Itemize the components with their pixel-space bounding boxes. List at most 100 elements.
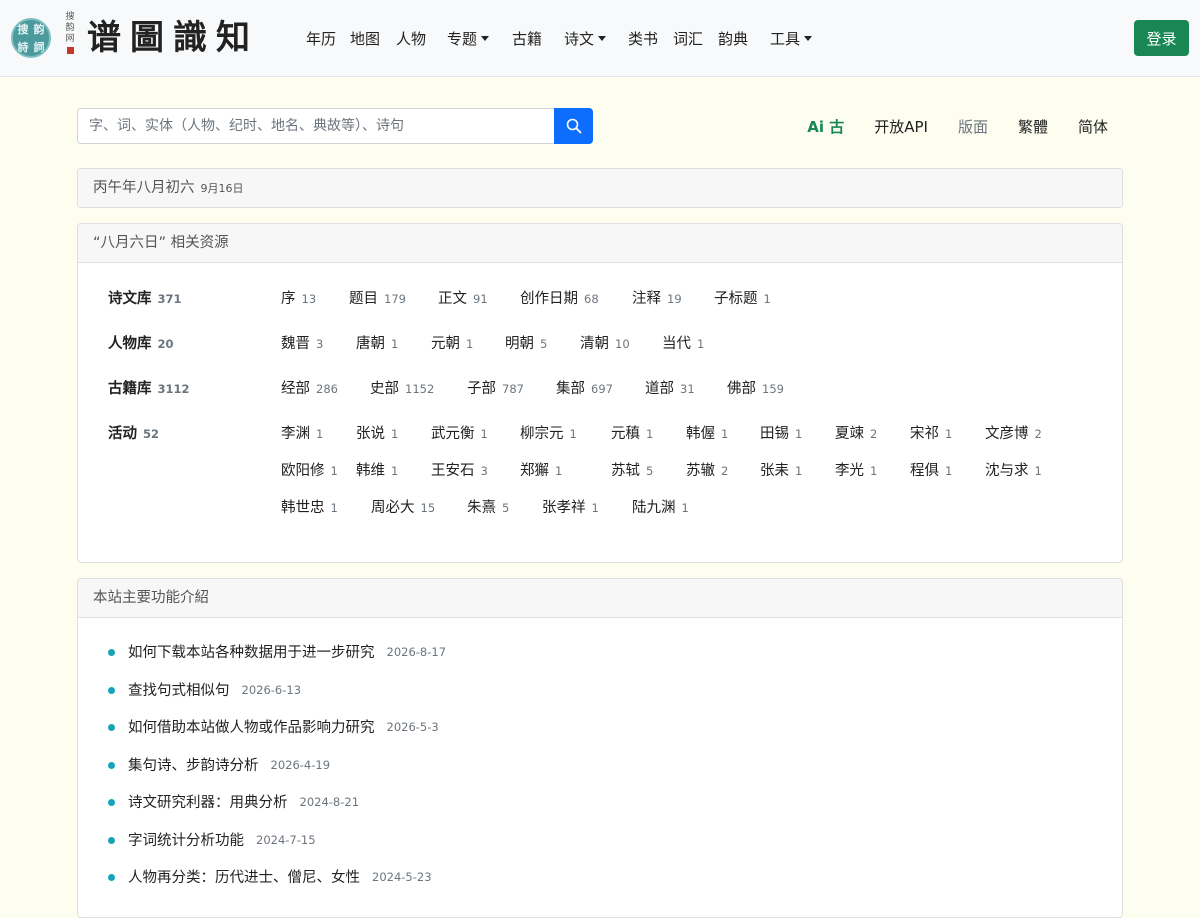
resource-item-link[interactable]: 清朝 10 <box>580 332 662 355</box>
resource-item-link[interactable]: 元朝 1 <box>431 332 505 355</box>
resource-item-link[interactable]: 王安石 3 <box>431 459 520 482</box>
feature-list-item[interactable]: 查找句式相似句 2026-6-13 <box>108 679 446 717</box>
resource-item-link[interactable]: 张说 1 <box>356 422 431 445</box>
resource-item-link[interactable]: 元稹 1 <box>611 422 686 445</box>
resource-item-link[interactable]: 张孝祥 1 <box>542 496 632 519</box>
resource-item-link[interactable]: 佛部 159 <box>727 377 807 400</box>
layout-link[interactable]: 版面 <box>958 116 988 137</box>
feature-title-link[interactable]: 字词统计分析功能 <box>128 829 244 850</box>
resource-item-link[interactable]: 子部 787 <box>467 377 556 400</box>
resource-item-link[interactable]: 张耒 1 <box>760 459 835 482</box>
feature-list-item[interactable]: 诗文研究利器：用典分析 2024-8-21 <box>108 791 446 829</box>
resource-group-label[interactable]: 活动 52 <box>108 422 159 443</box>
nav-item[interactable]: 年历 <box>306 26 336 50</box>
resource-item-link[interactable]: 沈与求 1 <box>985 459 1065 482</box>
resource-item-link[interactable]: 集部 697 <box>556 377 645 400</box>
resource-item-link[interactable]: 夏竦 2 <box>835 422 910 445</box>
resource-item-link[interactable]: 欧阳修 1 <box>281 459 356 482</box>
bullet-dot-icon <box>108 686 115 694</box>
resource-item-count: 1 <box>330 501 338 515</box>
site-logo-title[interactable]: 谱圖識知 <box>87 16 259 60</box>
nav-item[interactable]: 类书 <box>628 26 658 50</box>
resource-item-link[interactable]: 子标题 1 <box>714 287 784 310</box>
resource-item-link[interactable]: 李渊 1 <box>281 422 356 445</box>
resource-item-link[interactable]: 当代 1 <box>662 332 722 355</box>
resource-item-link[interactable]: 韩维 1 <box>356 459 431 482</box>
nav-item[interactable]: 韵典 <box>718 26 748 50</box>
resource-group-label[interactable]: 人物库 20 <box>108 332 174 353</box>
feature-title-link[interactable]: 如何下载本站各种数据用于进一步研究 <box>128 641 375 662</box>
simplified-chinese-link[interactable]: 简体 <box>1078 116 1108 137</box>
resource-item-count: 1 <box>591 501 599 515</box>
feature-date: 2026-4-19 <box>270 757 331 772</box>
resource-item-link[interactable]: 史部 1152 <box>370 377 467 400</box>
resource-item-link[interactable]: 柳宗元 1 <box>520 422 611 445</box>
resource-item-link[interactable]: 正文 91 <box>438 287 520 310</box>
nav-item[interactable]: 专题 <box>447 26 490 50</box>
feature-title-link[interactable]: 集句诗、步韵诗分析 <box>128 754 259 775</box>
resource-item-link[interactable]: 韩世忠 1 <box>281 496 371 519</box>
resource-item-link[interactable]: 李光 1 <box>835 459 910 482</box>
resource-item-link[interactable]: 道部 31 <box>645 377 727 400</box>
nav-item[interactable]: 工具 <box>770 26 813 50</box>
nav-item[interactable]: 古籍 <box>512 26 542 50</box>
resource-group-label[interactable]: 古籍库 3112 <box>108 377 190 398</box>
red-stamp-icon <box>66 47 74 54</box>
nav-item[interactable]: 词汇 <box>673 26 703 50</box>
resource-item-link[interactable]: 明朝 5 <box>505 332 580 355</box>
resource-item-link[interactable]: 唐朝 1 <box>356 332 431 355</box>
resource-item-count: 31 <box>680 382 695 396</box>
resource-item-link[interactable]: 苏轼 5 <box>611 459 686 482</box>
feature-list-item[interactable]: 如何借助本站做人物或作品影响力研究 2026-5-3 <box>108 716 446 754</box>
resource-item-link[interactable]: 苏辙 2 <box>686 459 760 482</box>
feature-list-item[interactable]: 如何下载本站各种数据用于进一步研究 2026-8-17 <box>108 641 446 679</box>
resource-item-link[interactable]: 宋祁 1 <box>910 422 985 445</box>
feature-title-link[interactable]: 如何借助本站做人物或作品影响力研究 <box>128 716 375 737</box>
resource-item-link[interactable]: 田锡 1 <box>760 422 835 445</box>
feature-list-item[interactable]: 人物再分类：历代进士、僧尼、女性 2024-5-23 <box>108 866 446 904</box>
resource-item-link[interactable]: 周必大 15 <box>371 496 467 519</box>
nav-item[interactable]: 地图 <box>350 26 380 50</box>
open-api-link[interactable]: 开放API <box>874 116 928 137</box>
nav-item[interactable]: 人物 <box>396 26 426 50</box>
resource-item-link[interactable]: 程俱 1 <box>910 459 985 482</box>
resource-item-link[interactable]: 经部 286 <box>281 377 370 400</box>
feature-title-link[interactable]: 人物再分类：历代进士、僧尼、女性 <box>128 866 360 887</box>
resource-items: 经部 286 史部 1152 子部 787 集部 697 道部 31 佛部 159 <box>281 377 1081 400</box>
resource-item-link[interactable]: 朱熹 5 <box>467 496 542 519</box>
nav-item[interactable]: 诗文 <box>564 26 607 50</box>
ai-gu-link[interactable]: Ai 古 <box>807 116 844 137</box>
login-button[interactable]: 登录 <box>1134 20 1189 56</box>
resource-item-link[interactable]: 韩偓 1 <box>686 422 760 445</box>
resource-item-name: 程俱 <box>910 463 939 479</box>
nav-item-label: 词汇 <box>673 29 704 48</box>
resource-item-link[interactable]: 创作日期 68 <box>520 287 632 310</box>
resource-item-name: 魏晋 <box>281 336 310 352</box>
feature-list-item[interactable]: 字词统计分析功能 2024-7-15 <box>108 829 446 867</box>
resource-group-count: 3112 <box>157 382 190 396</box>
bullet-dot-icon <box>108 761 115 769</box>
resource-item-link[interactable]: 序 13 <box>281 287 349 310</box>
resource-item-link[interactable]: 注释 19 <box>632 287 714 310</box>
resource-item-count: 697 <box>591 382 613 396</box>
resource-item-link[interactable]: 题目 179 <box>349 287 438 310</box>
resource-item-count: 5 <box>540 337 548 351</box>
resource-item-name: 宋祁 <box>910 426 939 442</box>
search-input[interactable] <box>77 108 554 144</box>
resource-group-label[interactable]: 诗文库 371 <box>108 287 182 308</box>
logo-seal-icon[interactable]: 搜 韵 詩 詞 <box>11 18 51 58</box>
resource-group-count: 52 <box>143 427 160 441</box>
resource-item-link[interactable]: 文彦博 2 <box>985 422 1065 445</box>
traditional-chinese-link[interactable]: 繁體 <box>1018 116 1048 137</box>
search-button[interactable] <box>554 108 593 144</box>
resource-item-link[interactable]: 武元衡 1 <box>431 422 520 445</box>
feature-title-link[interactable]: 诗文研究利器：用典分析 <box>128 791 288 812</box>
resource-item-link[interactable]: 陆九渊 1 <box>632 496 707 519</box>
resource-item-link[interactable]: 郑獬 1 <box>520 459 611 482</box>
resource-item-link[interactable]: 魏晋 3 <box>281 332 356 355</box>
related-resources-card: “八月六日” 相关资源 诗文库 371 序 13 题目 179 正文 91 创作日期 68 注释 19… <box>77 223 1123 563</box>
feature-title-link[interactable]: 查找句式相似句 <box>128 679 230 700</box>
feature-list-item[interactable]: 集句诗、步韵诗分析 2026-4-19 <box>108 754 446 792</box>
resource-item-name: 题目 <box>349 291 378 307</box>
resource-item-count: 787 <box>502 382 524 396</box>
